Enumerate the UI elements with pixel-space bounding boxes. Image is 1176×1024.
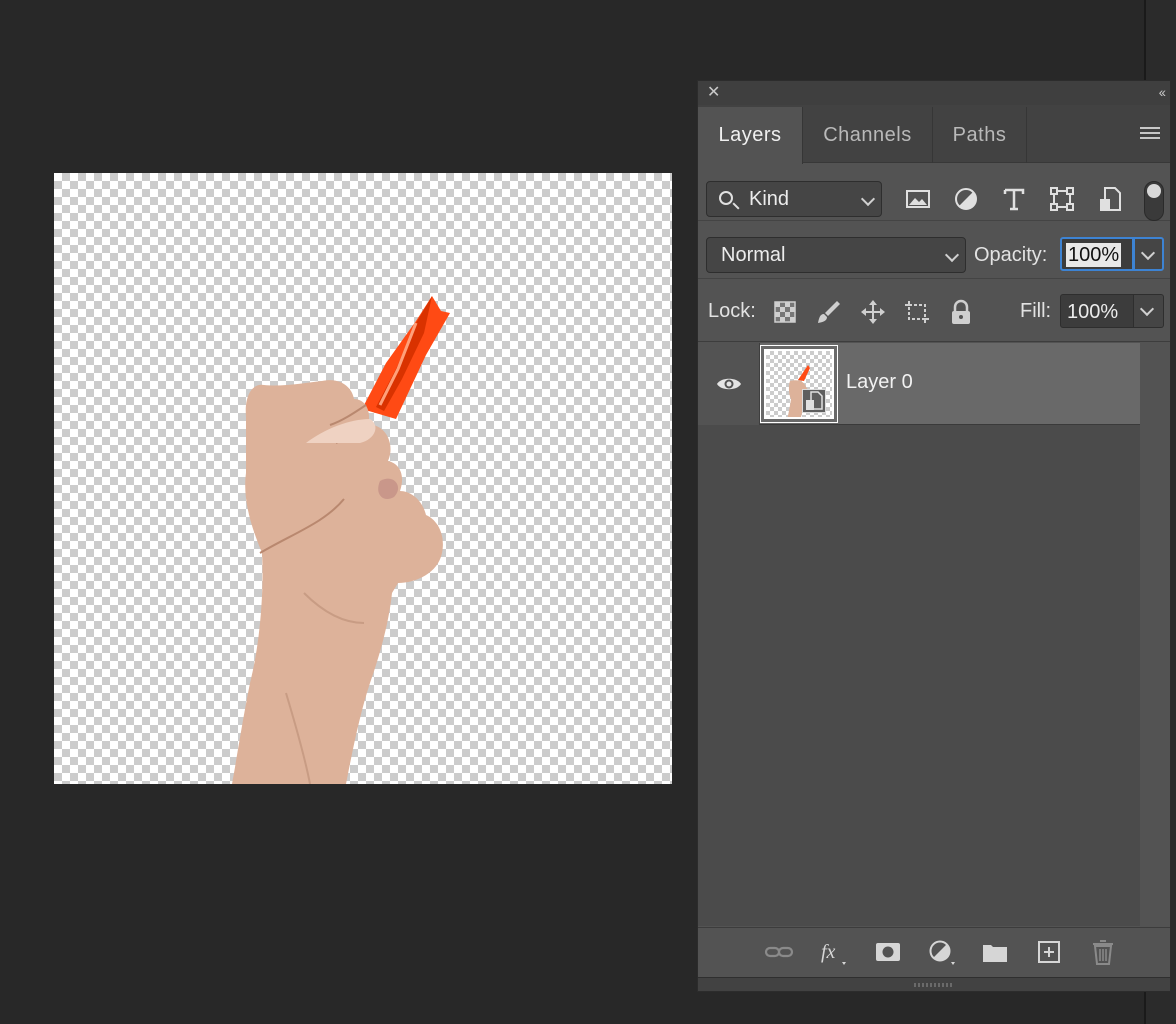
filter-kind-label: Kind: [749, 188, 790, 210]
new-adjustment-layer-icon[interactable]: [927, 938, 957, 966]
visibility-toggle[interactable]: [698, 343, 760, 425]
shape-filter-icon[interactable]: [1048, 185, 1076, 213]
link-layers-icon[interactable]: [764, 938, 794, 966]
eye-icon: [717, 378, 741, 390]
panel-resize-grip[interactable]: [698, 977, 1170, 991]
lock-artboard-icon[interactable]: [903, 298, 931, 326]
panel-titlebar[interactable]: ✕ ‹‹: [698, 81, 1170, 105]
svg-text:fx: fx: [821, 941, 836, 963]
delete-layer-icon[interactable]: [1088, 938, 1118, 966]
chevron-down-icon: [1140, 245, 1156, 261]
document-canvas[interactable]: [54, 173, 672, 784]
lock-image-pixels-icon[interactable]: [815, 298, 843, 326]
adjustment-filter-icon[interactable]: [952, 185, 980, 213]
lock-all-icon[interactable]: [947, 298, 975, 326]
lock-transparent-pixels-icon[interactable]: [771, 298, 799, 326]
opacity-dropdown-button[interactable]: [1134, 237, 1164, 271]
layer-name[interactable]: Layer 0: [846, 371, 913, 394]
blend-mode-select[interactable]: Normal: [706, 237, 966, 273]
collapse-panel-icon[interactable]: ‹‹: [1159, 84, 1166, 100]
layers-bottom-toolbar: fx: [698, 927, 1170, 977]
blend-mode-value: Normal: [721, 244, 786, 266]
add-mask-icon[interactable]: [873, 938, 903, 966]
tab-channels[interactable]: Channels: [803, 107, 933, 163]
fill-label: Fill:: [1020, 300, 1052, 322]
fill-dropdown-button[interactable]: [1134, 294, 1164, 328]
search-icon: [719, 191, 733, 205]
fill-value: 100%: [1067, 301, 1119, 323]
smart-object-badge-icon: [802, 389, 826, 413]
panel-tabbar: Layers Channels Paths: [698, 105, 1170, 164]
image-filter-icon[interactable]: [904, 185, 932, 213]
tab-layers[interactable]: Layers: [698, 107, 803, 164]
filter-row: Kind: [698, 165, 1170, 221]
close-icon[interactable]: ✕: [707, 85, 723, 101]
layers-list: Layer 0: [698, 343, 1170, 926]
opacity-label: Opacity:: [974, 244, 1048, 266]
new-layer-icon[interactable]: [1034, 938, 1064, 966]
type-filter-icon[interactable]: [1000, 185, 1028, 213]
lock-position-icon[interactable]: [859, 298, 887, 326]
opacity-input[interactable]: 100%: [1060, 237, 1134, 271]
panel-menu-icon[interactable]: [1140, 127, 1160, 141]
new-group-icon[interactable]: [980, 938, 1010, 966]
fx-icon[interactable]: fx: [818, 938, 848, 966]
filter-kind-select[interactable]: Kind: [706, 181, 882, 217]
layers-panel: ✕ ‹‹ Layers Channels Paths Kind Normal O…: [697, 80, 1171, 992]
lock-label: Lock:: [708, 300, 756, 322]
filter-toggle[interactable]: [1144, 181, 1164, 221]
fill-input[interactable]: 100%: [1060, 294, 1134, 328]
chevron-down-icon: [860, 191, 876, 207]
chevron-down-icon: [944, 247, 960, 263]
layer-row[interactable]: Layer 0: [698, 343, 1140, 425]
lock-row: Lock: Fill: 100%: [698, 280, 1170, 342]
hand-holding-tweezers-image: [232, 296, 450, 784]
opacity-value: 100%: [1066, 243, 1122, 267]
tab-paths[interactable]: Paths: [933, 107, 1027, 163]
layers-scrollbar[interactable]: [1140, 343, 1170, 926]
smart-object-filter-icon[interactable]: [1096, 185, 1124, 213]
chevron-down-icon: [1139, 301, 1155, 317]
